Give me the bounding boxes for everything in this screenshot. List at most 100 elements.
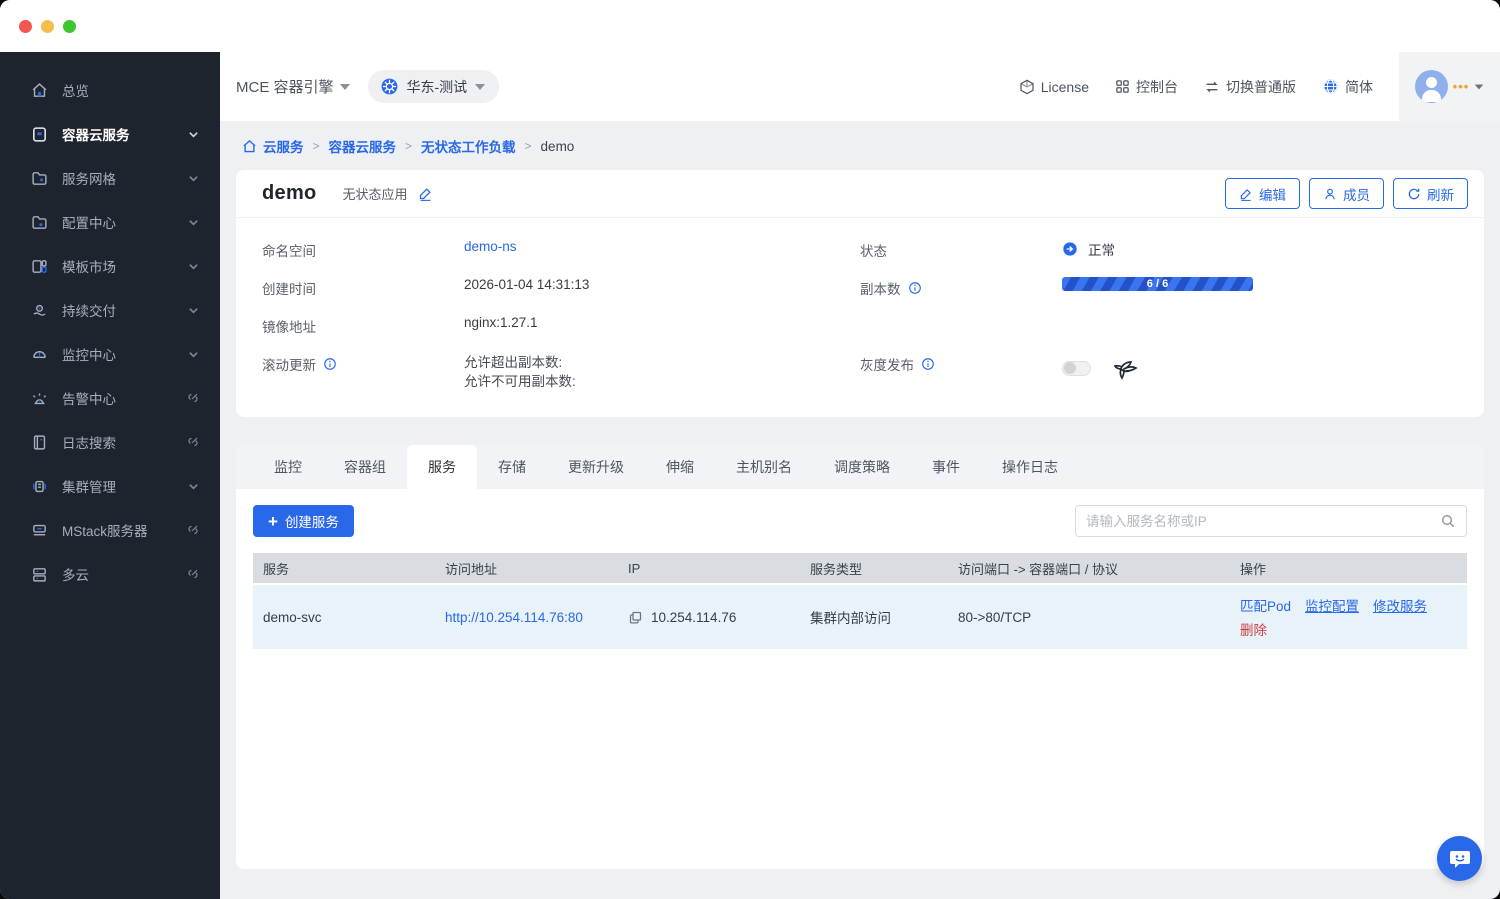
license-link[interactable]: License <box>1019 79 1089 95</box>
sidebar-item-multicloud[interactable]: 多云 <box>0 552 220 596</box>
minimize-window-button[interactable] <box>41 20 54 33</box>
info-icon[interactable] <box>921 357 935 371</box>
cluster-selector[interactable]: 华东-测试 <box>368 70 500 103</box>
breadcrumb-cloud-services[interactable]: 云服务 <box>242 136 304 156</box>
tab-services[interactable]: 服务 <box>407 445 477 489</box>
hummingbird-logo <box>1107 353 1141 383</box>
chevron-down-icon <box>186 127 200 141</box>
user-menu-dots: ••• <box>1453 79 1470 94</box>
sidebar-item-label: 容器云服务 <box>62 124 186 144</box>
sidebar-item-template-market[interactable]: 模板市场 <box>0 244 220 288</box>
tab-events[interactable]: 事件 <box>911 445 981 489</box>
external-link-icon <box>186 523 200 537</box>
switch-edition-link[interactable]: 切换普通版 <box>1204 77 1296 97</box>
sidebar-item-label: 集群管理 <box>62 476 186 496</box>
sidebar-item-mstack-server[interactable]: MStack服务器 <box>0 508 220 552</box>
services-table-header: 服务 访问地址 IP 服务类型 访问端口 -> 容器端口 / 协议 操作 <box>253 553 1467 583</box>
tab-monitoring[interactable]: 监控 <box>253 445 323 489</box>
breadcrumb-separator: > <box>313 139 320 153</box>
page-content: 云服务 > 容器云服务 > 无状态工作负载 > demo demo 无状态应用 <box>220 121 1500 899</box>
tab-pods[interactable]: 容器组 <box>323 445 407 489</box>
service-search-input[interactable] <box>1086 514 1440 529</box>
tab-storage[interactable]: 存储 <box>477 445 547 489</box>
kubernetes-icon <box>380 77 399 96</box>
created-time-value: 2026-01-04 14:31:13 <box>464 277 589 292</box>
maximize-window-button[interactable] <box>63 20 76 33</box>
edit-description-icon[interactable] <box>418 186 433 201</box>
template-icon <box>30 257 48 275</box>
breadcrumb-current: demo <box>541 139 575 154</box>
external-link-icon <box>186 435 200 449</box>
external-link-icon <box>186 391 200 405</box>
create-service-button[interactable]: + 创建服务 <box>253 505 354 537</box>
refresh-button[interactable]: 刷新 <box>1393 178 1468 209</box>
sidebar-item-monitor-center[interactable]: 监控中心 <box>0 332 220 376</box>
sidebar-item-overview[interactable]: 总览 <box>0 68 220 112</box>
sidebar-item-log-search[interactable]: 日志搜索 <box>0 420 220 464</box>
sidebar-item-label: 多云 <box>62 564 186 584</box>
user-menu[interactable]: ••• <box>1399 52 1500 121</box>
monitor-config-action[interactable]: 监控配置 <box>1305 595 1359 615</box>
chevron-down-icon <box>340 84 350 90</box>
tab-operation-logs[interactable]: 操作日志 <box>981 445 1079 489</box>
breadcrumb-stateless-workload[interactable]: 无状态工作负载 <box>421 136 516 156</box>
service-ports: 80->80/TCP <box>948 585 1230 649</box>
sidebar-item-alert-center[interactable]: 告警中心 <box>0 376 220 420</box>
sidebar-item-label: 告警中心 <box>62 388 186 408</box>
product-switcher[interactable]: MCE 容器引擎 <box>236 76 350 97</box>
match-pod-action[interactable]: 匹配Pod <box>1240 595 1291 615</box>
close-window-button[interactable] <box>19 20 32 33</box>
copy-icon[interactable] <box>628 610 643 625</box>
sidebar-item-label: 持续交付 <box>62 300 186 320</box>
info-icon[interactable] <box>908 281 922 295</box>
workload-type-label: 无状态应用 <box>343 184 408 203</box>
support-chat-button[interactable] <box>1437 836 1482 881</box>
avatar <box>1415 70 1448 103</box>
sidebar-item-cluster-management[interactable]: 集群管理 <box>0 464 220 508</box>
sidebar-item-label: 配置中心 <box>62 212 186 232</box>
sidebar-item-service-mesh[interactable]: 服务网格 <box>0 156 220 200</box>
sidebar-item-config-center[interactable]: 配置中心 <box>0 200 220 244</box>
tab-scaling[interactable]: 伸缩 <box>645 445 715 489</box>
edit-button[interactable]: 编辑 <box>1225 178 1300 209</box>
sidebar-item-label: 监控中心 <box>62 344 186 364</box>
gray-release-toggle[interactable] <box>1062 361 1091 376</box>
table-row: demo-svc http://10.254.114.76:80 10.254.… <box>253 583 1467 649</box>
home-icon <box>242 139 257 154</box>
tab-bar: 监控 容器组 服务 存储 更新升级 伸缩 主机别名 调度策略 事件 操作日志 <box>236 445 1484 489</box>
sidebar-item-label: 总览 <box>62 80 200 100</box>
tab-host-aliases[interactable]: 主机别名 <box>715 445 813 489</box>
cluster-name: 华东-测试 <box>407 77 468 97</box>
chevron-down-icon <box>475 84 485 90</box>
home-icon <box>30 81 48 99</box>
titlebar <box>0 0 1500 52</box>
members-button[interactable]: 成员 <box>1309 178 1384 209</box>
console-grid-icon <box>1115 79 1130 94</box>
namespace-link[interactable]: demo-ns <box>464 239 517 254</box>
logs-icon <box>30 433 48 451</box>
delete-service-action[interactable]: 删除 <box>1240 619 1267 639</box>
service-url-link[interactable]: http://10.254.114.76:80 <box>445 610 583 625</box>
locale-switcher[interactable]: 简体 <box>1322 77 1373 97</box>
breadcrumb-container-cloud[interactable]: 容器云服务 <box>329 136 397 156</box>
license-icon <box>1019 79 1035 95</box>
sidebar-item-container-cloud[interactable]: 容器云服务 <box>0 112 220 156</box>
tab-scheduling-policy[interactable]: 调度策略 <box>813 445 911 489</box>
replicas-count: 6 / 6 <box>1062 277 1253 291</box>
created-time-label: 创建时间 <box>262 277 464 298</box>
chevron-down-icon <box>186 215 200 229</box>
sidebar-item-continuous-delivery[interactable]: 持续交付 <box>0 288 220 332</box>
search-icon[interactable] <box>1440 513 1456 529</box>
console-link[interactable]: 控制台 <box>1115 77 1178 97</box>
col-service: 服务 <box>253 553 435 583</box>
col-access-url: 访问地址 <box>435 553 618 583</box>
cluster-icon <box>30 477 48 495</box>
info-icon[interactable] <box>323 357 337 371</box>
services-table: 服务 访问地址 IP 服务类型 访问端口 -> 容器端口 / 协议 操作 dem… <box>253 553 1467 649</box>
workload-title: demo <box>262 182 317 205</box>
tab-upgrade[interactable]: 更新升级 <box>547 445 645 489</box>
modify-service-action[interactable]: 修改服务 <box>1373 595 1427 615</box>
external-link-icon <box>186 567 200 581</box>
services-tab-panel: + 创建服务 服务 <box>236 489 1484 869</box>
config-icon <box>30 213 48 231</box>
